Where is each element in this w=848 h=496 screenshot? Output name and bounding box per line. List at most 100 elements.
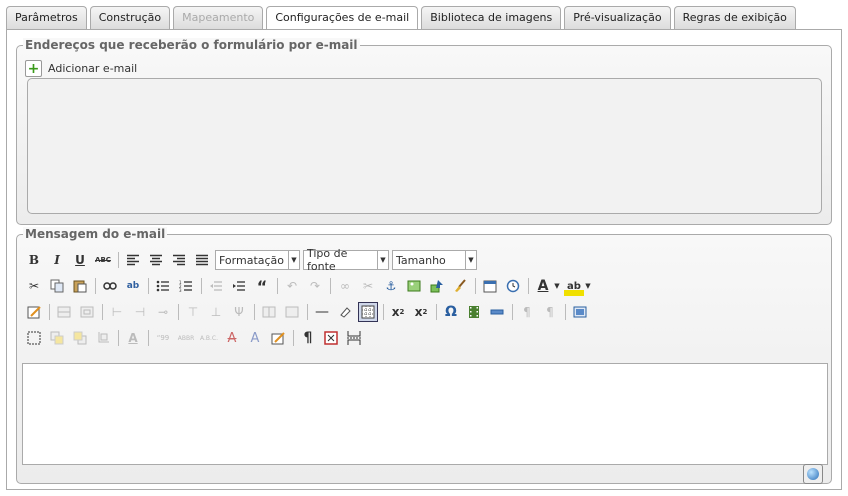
insert-col-before-icon[interactable]: ⊤ xyxy=(183,302,203,322)
horizontal-rule-icon[interactable]: — xyxy=(312,302,332,322)
add-email-label: Adicionar e-mail xyxy=(48,62,138,75)
table-row-props-icon[interactable] xyxy=(54,302,74,322)
separator xyxy=(102,304,103,320)
separator xyxy=(118,330,119,346)
toolbar-row-2: ✂ ab 123 “ ↶ ↷ ∞ ✂ ⚓ A ▼ ab ▼ xyxy=(24,275,595,297)
separator xyxy=(201,278,202,294)
separator xyxy=(49,304,50,320)
bold-icon[interactable]: B xyxy=(24,250,44,270)
align-justify-icon[interactable] xyxy=(192,250,212,270)
indent-icon[interactable] xyxy=(229,276,249,296)
tab-configuracoes-email[interactable]: Configurações de e-mail xyxy=(266,6,419,30)
bullet-list-icon[interactable] xyxy=(153,276,173,296)
subscript-icon[interactable]: x2 xyxy=(388,302,408,322)
cut-icon[interactable]: ✂ xyxy=(24,276,44,296)
deletion-icon[interactable]: A xyxy=(222,328,242,348)
chevron-down-icon[interactable]: ▼ xyxy=(584,276,592,296)
toolbar-row-1: B I U ABC Formatação ▼ Tipo de fonte ▼ T… xyxy=(24,247,480,273)
chevron-down-icon: ▼ xyxy=(465,251,476,269)
absolute-position-icon[interactable] xyxy=(93,328,113,348)
insertion-icon[interactable]: A xyxy=(245,328,265,348)
insert-col-after-icon[interactable]: ⊥ xyxy=(206,302,226,322)
redo-icon[interactable]: ↷ xyxy=(305,276,325,296)
insert-separator-icon[interactable] xyxy=(487,302,507,322)
page-break-icon[interactable] xyxy=(344,328,364,348)
tab-pre-visualizacao[interactable]: Pré-visualização xyxy=(564,6,671,29)
media-film-icon[interactable] xyxy=(464,302,484,322)
separator xyxy=(475,278,476,294)
merge-cells-icon[interactable] xyxy=(282,302,302,322)
unlink-icon[interactable]: ✂ xyxy=(358,276,378,296)
find-icon[interactable] xyxy=(100,276,120,296)
insert-row-after-icon[interactable]: ⊣ xyxy=(130,302,150,322)
format-select[interactable]: Formatação ▼ xyxy=(215,250,300,270)
separator xyxy=(254,304,255,320)
tab-parametros[interactable]: Parâmetros xyxy=(6,6,87,29)
delete-row-icon[interactable]: ⊸ xyxy=(153,302,173,322)
strikethrough-icon[interactable]: ABC xyxy=(93,250,113,270)
paste-icon[interactable] xyxy=(70,276,90,296)
rtl-icon[interactable]: ¶ xyxy=(540,302,560,322)
ltr-icon[interactable]: ¶ xyxy=(517,302,537,322)
insert-row-before-icon[interactable]: ⊢ xyxy=(107,302,127,322)
cleanup-icon[interactable] xyxy=(450,276,470,296)
tab-construcao[interactable]: Construção xyxy=(89,6,171,29)
anchor-icon[interactable]: ⚓ xyxy=(381,276,401,296)
undo-icon[interactable]: ↶ xyxy=(282,276,302,296)
svg-text:3: 3 xyxy=(179,288,182,292)
tab-biblioteca-imagens[interactable]: Biblioteca de imagens xyxy=(421,6,562,29)
fullscreen-icon[interactable] xyxy=(570,302,590,322)
font-family-select[interactable]: Tipo de fonte ▼ xyxy=(303,247,389,273)
acronym-icon[interactable]: A.B.C. xyxy=(199,328,219,348)
tab-regras-exibicao[interactable]: Regras de exibição xyxy=(673,6,796,29)
insert-media-icon[interactable] xyxy=(427,276,447,296)
separator xyxy=(148,330,149,346)
align-center-icon[interactable] xyxy=(146,250,166,270)
cite-icon[interactable]: “99 xyxy=(153,328,173,348)
show-blocks-icon[interactable]: ¶ xyxy=(298,328,318,348)
add-email-button[interactable]: + Adicionar e-mail xyxy=(25,60,137,77)
edit-css-icon[interactable] xyxy=(24,302,44,322)
image-icon[interactable] xyxy=(404,276,424,296)
blockquote-icon[interactable]: “ xyxy=(252,276,272,296)
toolbar-row-4: A “99 ABBR A.B.C. A A ¶ xyxy=(24,327,367,349)
copy-icon[interactable] xyxy=(47,276,67,296)
chevron-down-icon[interactable]: ▼ xyxy=(553,276,561,296)
move-forward-icon[interactable] xyxy=(47,328,67,348)
toggle-guidelines-icon[interactable] xyxy=(358,302,378,322)
email-list xyxy=(27,78,822,214)
align-left-icon[interactable] xyxy=(123,250,143,270)
tab-mapeamento: Mapeamento xyxy=(173,6,264,29)
font-size-select-value: Tamanho xyxy=(396,253,446,267)
underline-icon[interactable]: U xyxy=(70,250,90,270)
nonbreaking-space-icon[interactable] xyxy=(321,328,341,348)
insert-time-icon[interactable] xyxy=(503,276,523,296)
style-props-icon[interactable]: A xyxy=(123,328,143,348)
highlight-color-icon[interactable]: ab xyxy=(564,276,584,296)
insert-layer-icon[interactable] xyxy=(24,328,44,348)
link-icon[interactable]: ∞ xyxy=(335,276,355,296)
split-cells-icon[interactable] xyxy=(259,302,279,322)
numbered-list-icon[interactable]: 123 xyxy=(176,276,196,296)
font-size-select[interactable]: Tamanho ▼ xyxy=(392,250,477,270)
attributes-icon[interactable] xyxy=(268,328,288,348)
align-right-icon[interactable] xyxy=(169,250,189,270)
spellcheck-button[interactable] xyxy=(803,464,823,484)
toolbar-row-3: ⊢ ⊣ ⊸ ⊤ ⊥ Ψ — x 2 x 2 Ω ¶ ¶ xyxy=(24,301,593,323)
move-backward-icon[interactable] xyxy=(70,328,90,348)
special-char-icon[interactable]: Ω xyxy=(441,302,461,322)
separator xyxy=(277,278,278,294)
replace-icon[interactable]: ab xyxy=(123,276,143,296)
outdent-icon[interactable] xyxy=(206,276,226,296)
editor-content-area[interactable] xyxy=(22,363,828,484)
insert-date-icon[interactable] xyxy=(480,276,500,296)
tab-panel: Endereços que receberão o formulário por… xyxy=(6,29,842,490)
italic-icon[interactable]: I xyxy=(47,250,67,270)
remove-format-icon[interactable] xyxy=(335,302,355,322)
superscript-icon[interactable]: x2 xyxy=(411,302,431,322)
text-color-icon[interactable]: A xyxy=(533,276,553,296)
abbreviation-icon[interactable]: ABBR xyxy=(176,328,196,348)
rich-text-editor: B I U ABC Formatação ▼ Tipo de fonte ▼ T… xyxy=(22,246,828,484)
delete-col-icon[interactable]: Ψ xyxy=(229,302,249,322)
table-cell-props-icon[interactable] xyxy=(77,302,97,322)
